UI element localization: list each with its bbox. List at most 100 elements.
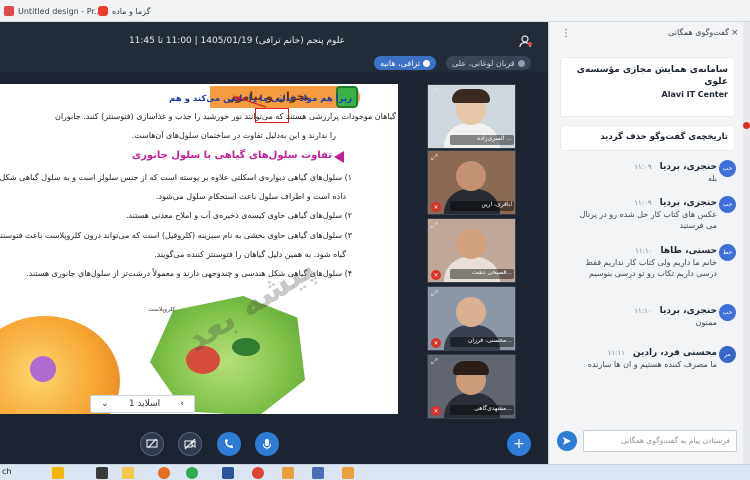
participant-hair	[452, 89, 490, 103]
meeting-header: علوم پنجم (خانم ترافی) 1405/01/19 | 11:0…	[0, 22, 548, 72]
word-icon[interactable]	[222, 467, 234, 479]
slide-paragraph-2: را ندارند و این به‌دلیل تفاوت در ساختمان…	[131, 131, 336, 140]
participant-face	[456, 229, 486, 259]
users-icon[interactable]	[518, 34, 532, 48]
app-icon[interactable]	[282, 467, 294, 479]
bookmarks-bar: Untitled design - Pr... گزما و ماده	[0, 0, 750, 22]
notification-badge	[743, 122, 750, 129]
participant-name: مشهدی‌گاهی...	[450, 405, 514, 415]
chat-panel: ⋮ گفت‌وگوی همگانی × سامانه‌ی همایش مجازی…	[548, 22, 743, 464]
camera-off-icon	[184, 438, 196, 450]
message-text: عکس های کتاب کار حل شده رو در پرتال می ف…	[579, 210, 717, 230]
mic-muted-icon: ✕	[431, 270, 441, 280]
participant-tile-5[interactable]: ⤢ ✕ مشهدی‌گاهی...	[427, 354, 516, 419]
participant-tile-4[interactable]: ⤢ ✕ محسنی، فرزان...	[427, 286, 516, 351]
participant-tile-1[interactable]: ⤢ السری‌زاده ...	[427, 84, 516, 149]
announcement-sub: Alavi IT Center	[661, 90, 728, 99]
phone-icon	[225, 439, 233, 448]
participant-face	[456, 161, 486, 191]
task-view-icon[interactable]	[96, 467, 108, 479]
slide-item-2: ۲) سلول‌های گیاهی حاوی کیسه‌ی ذخیره‌ی آب…	[125, 211, 352, 220]
canva-icon	[4, 6, 14, 16]
nucleus-image	[30, 356, 56, 382]
chevron-left-icon[interactable]: ‹	[180, 399, 184, 409]
annotation-arrow	[232, 94, 268, 108]
slide-item-3a: ۳) سلول‌های گیاهی حاوی بخشی به نام سبزین…	[0, 231, 352, 240]
expand-icon[interactable]: ⤢	[431, 289, 437, 299]
chat-message: حنجری، بردیا ۱۱:۰۹ بله	[567, 162, 717, 184]
expand-icon[interactable]: ⤢	[431, 357, 437, 367]
announcement-card: سامانه‌ی همایش مجازی مؤسسه‌ی علوی Alavi …	[561, 58, 734, 116]
slide-heading: تفاوت سلول‌های گیاهی با سلول جانوری	[131, 150, 332, 161]
message-time: ۱۱:۱۱	[607, 349, 625, 357]
chrome-icon[interactable]	[186, 467, 198, 479]
message-sender: حنجری، بردیا	[659, 162, 717, 172]
participant-tile-2[interactable]: ⤢ ✕ اباقری، آرین	[427, 150, 516, 215]
message-text: ممنون	[695, 318, 717, 327]
send-icon	[563, 437, 571, 445]
chat-message: محسنی فرد، رادین ۱۱:۱۱ ما مصرف کننده هستی…	[567, 348, 717, 370]
chloroplast-image	[232, 338, 260, 356]
microphone-button[interactable]	[255, 432, 279, 456]
message-text: خانم ما داریم ولی کتاب کار نداریم فقط در…	[585, 258, 717, 278]
message-sender: حسنی، طاها	[660, 246, 717, 256]
send-button[interactable]	[557, 431, 577, 451]
close-icon[interactable]: ×	[731, 28, 739, 38]
chat-input[interactable]: فرستادن پیام به گفت‌وگوی همگانی	[583, 430, 737, 452]
camera-button[interactable]	[178, 432, 202, 456]
chat-message: حسنی، طاها ۱۱:۱۰ خانم ما داریم ولی کتاب ک…	[567, 246, 717, 279]
participant-tile-3[interactable]: ⤢ ✕ قصیحی دشت...	[427, 218, 516, 283]
meeting-title: علوم پنجم (خانم ترافی) 1405/01/19 | 11:0…	[128, 36, 346, 46]
expand-icon[interactable]: ⤢	[431, 221, 437, 231]
call-button[interactable]	[217, 432, 241, 456]
mic-muted-icon: ✕	[431, 406, 441, 416]
message-time: ۱۱:۱۰	[635, 247, 653, 255]
avatar: حب	[719, 304, 736, 321]
message-sender: حنجری، بردیا	[659, 198, 717, 208]
participant-hair	[453, 361, 489, 375]
slide-number: اسلاید 1	[128, 399, 161, 409]
slide-navigator: ⌄ اسلاید 1 ‹	[90, 395, 195, 413]
announcement-text: سامانه‌ی همایش مجازی مؤسسه‌ی علوی	[576, 65, 728, 87]
message-sender: حنجری، بردیا	[659, 306, 717, 316]
microphone-icon	[263, 439, 271, 450]
add-button[interactable]: +	[507, 432, 531, 456]
screen-share-button[interactable]	[140, 432, 164, 456]
message-time: ۱۱:۱۰	[634, 307, 652, 315]
chat-message: حنجری، بردیا ۱۱:۱۰ ممنون	[567, 306, 717, 328]
side-strip	[743, 22, 750, 464]
heading-arrow-icon	[334, 151, 344, 163]
participant-name: قصیحی دشت...	[450, 269, 514, 279]
participant-name: اباقری، آرین	[450, 201, 514, 211]
mic-muted-icon: ✕	[431, 202, 441, 212]
participant-chip[interactable]: قربان لوغانی، علی	[446, 56, 531, 70]
files-icon[interactable]	[122, 467, 134, 479]
presenter-chip[interactable]: ترافی، هانیه	[374, 56, 437, 70]
expand-icon[interactable]: ⤢	[431, 87, 437, 97]
star-icon[interactable]	[52, 467, 64, 479]
chat-message: حنجری، بردیا ۱۱:۰۹ عکس های کتاب کار حل شد…	[567, 198, 717, 231]
message-text: ما مصرف کننده هستیم و ان ها سازنده	[587, 360, 717, 369]
taskbar-search[interactable]: ch	[2, 467, 11, 476]
meeting-app-icon[interactable]	[312, 467, 324, 479]
slide-item-1b: داده است و اطراف سلول باعث استحکام سلول …	[155, 192, 346, 201]
presenter-dot-icon	[423, 59, 431, 67]
add-icon: +	[513, 436, 525, 452]
cell-label: کلروپلاست	[148, 306, 176, 313]
bookmark-untitled-design[interactable]: Untitled design - Pr...	[4, 3, 102, 19]
folder-icon[interactable]	[342, 467, 354, 479]
slide-paragraph-1: گیاهان موجودات پرارزشی هستند که می‌توانن…	[54, 112, 396, 121]
avatar: حب	[719, 160, 736, 177]
screen-share-icon	[146, 438, 158, 449]
participant-name: السری‌زاده ...	[450, 135, 514, 145]
windows-taskbar: ch	[0, 464, 750, 480]
bookmark-video[interactable]: گزما و ماده	[98, 3, 150, 19]
clear-history-card: تاریخچه‌ی گفت‌وگو حذف گردید	[561, 126, 734, 150]
message-text: بله	[707, 174, 717, 183]
chrome-alt-icon[interactable]	[252, 467, 264, 479]
chevron-down-icon[interactable]: ⌄	[101, 399, 109, 409]
participant-dot-icon	[517, 59, 525, 67]
expand-icon[interactable]: ⤢	[431, 153, 437, 163]
firefox-icon[interactable]	[158, 467, 170, 479]
more-options-icon[interactable]: ⋮	[561, 28, 573, 40]
